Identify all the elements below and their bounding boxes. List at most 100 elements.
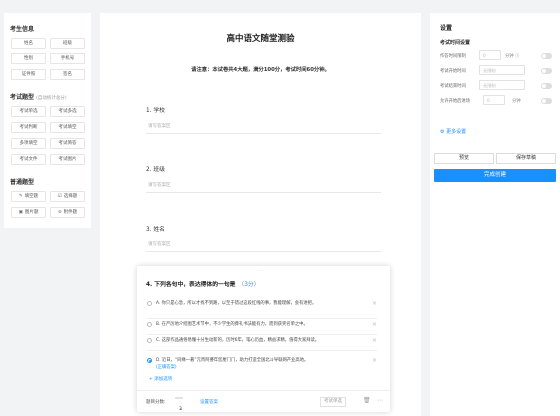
question-4-card[interactable]: ⋯ 4. 下列各句中，表达得体的一句是 （3分） A. 你只是心急，所以才找不到路… [137,266,390,412]
paper-note[interactable]: 请注意：本试卷共4大题，满分100分，考试时间60分钟。 [100,65,421,73]
correct-answer-tag: (正确答案) [156,365,177,370]
general-choice-label: 选择题 [63,194,78,199]
set-answer-link[interactable]: 设置答案 [200,399,218,405]
start-time-placeholder: 无限制 [483,68,496,73]
exam-file-button[interactable]: 考试文件 [11,154,46,165]
close-icon[interactable]: × [372,357,377,364]
option-a[interactable]: A. 你只是心急，所以才找不到路，以至于错过这段红线的事，我能理解，会有进把。 … [147,300,377,314]
start-time-label: 考试开始时间 [440,69,466,74]
exam-section-label: 考试题型 [10,94,35,101]
option-d-radio[interactable] [147,358,152,363]
exam-short-answer-button[interactable]: 考试简答 [50,138,85,149]
end-time-input[interactable]: 无限制 [479,80,525,90]
gear-icon: ⚙ [440,129,445,135]
time-limit-placeholder: 0 [483,53,486,58]
question-1-label[interactable]: 1. 学校 [146,105,165,114]
option-d[interactable]: D. 近日，“同缘一著”元宵阿婆年您厘门门，助力打造全国北斗导联网产业高地。 (正… [147,357,377,372]
trash-icon[interactable]: 🗑 [363,397,371,404]
question-4-title[interactable]: 4. 下列各句中，表达得体的一句是 （3分） [146,279,260,288]
finish-create-button[interactable]: 完成创建 [434,169,556,182]
field-name-button[interactable]: 姓名 [11,38,46,49]
option-d-text[interactable]: D. 近日，“同缘一著”元宵阿婆年您厘门门，助力打造全国北斗导联网产业高地。 (正… [156,357,368,371]
divider [147,334,377,335]
field-signature-button[interactable]: 签名 [50,69,85,80]
more-settings-link[interactable]: ⚙ 更多设置 [440,128,466,135]
score-select[interactable]: 3 ⌄ [175,397,183,412]
question-2-label[interactable]: 2. 班级 [146,164,165,173]
more-icon[interactable]: ⋯ [377,397,383,404]
exam-image-button[interactable]: 考试图片 [50,154,85,165]
general-attachment-button[interactable]: ⊘ 附件题 [50,207,85,218]
divider [146,133,381,134]
divider [147,318,377,319]
question-type-select[interactable]: 考试单选 [320,397,346,407]
option-b-radio[interactable] [147,322,152,327]
settings-panel: 设置 考试时间设置 作答时间限制 0 分钟 ⓘ 考试开始时间 无限制 考试结束时… [430,13,560,416]
general-fill-button[interactable]: ✎ 填空题 [11,191,46,202]
close-icon[interactable]: × [372,337,377,344]
late-entry-toggle[interactable] [541,98,552,104]
time-limit-unit: 分钟 ⓘ [505,53,519,59]
question-2-answer[interactable]: 请写答案区 [148,182,171,188]
edit-icon: ✎ [18,194,23,199]
option-c-text[interactable]: C. 这部作品通俗易懂十分生动新的，历时6年，笔心历血，精益求精，值得大家拜读。 [156,337,368,344]
exam-section-title: 考试题型 (自动统计总分) [10,92,67,101]
exam-judge-button[interactable]: 考试判断 [11,122,46,133]
chevron-down-icon: ⌄ [179,407,183,412]
option-b[interactable]: B. 在严厉地介绍图艺术节中，不少学生的葬礼书法能有力，而到获奖名单之中。 × [147,321,377,330]
candidate-section-title: 考生信息 [10,26,35,33]
question-3-label[interactable]: 3. 姓名 [146,224,165,233]
close-icon[interactable]: × [372,300,377,307]
general-choice-button[interactable]: ☑ 选择题 [50,191,85,202]
option-b-text[interactable]: B. 在严厉地介绍图艺术节中，不少学生的葬礼书法能有力，而到获奖名单之中。 [156,321,368,328]
divider [146,192,381,193]
question-4-footer: 题目分数: 3 ⌄ 设置答案 考试单选 🗑 ⋯ [137,390,390,412]
question-type-panel: 考生信息 姓名 班级 性别 手机号 证件照 签名 考试题型 (自动统计总分) 考… [4,13,91,228]
end-time-label: 考试结束时间 [440,84,466,89]
exam-fill-button[interactable]: 考试填空 [50,122,85,133]
exam-single-choice-button[interactable]: 考试单选 [11,106,46,117]
field-class-button[interactable]: 班级 [50,38,85,49]
field-phone-button[interactable]: 手机号 [50,53,85,64]
option-a-text[interactable]: A. 你只是心急，所以才找不到路，以至于错过这段红线的事，我能理解，会有进把。 [156,300,368,307]
general-fill-label: 填空题 [24,194,39,199]
late-entry-input[interactable]: 0 [483,95,505,105]
late-entry-unit: 分钟 [512,99,521,104]
time-limit-unit-label: 分钟 [505,54,514,59]
preview-button[interactable]: 预览 [434,153,494,164]
settings-title: 设置 [440,25,453,32]
divider [146,251,381,252]
save-draft-button[interactable]: 保存草稿 [496,153,556,164]
time-limit-label: 作答时间限制 [440,54,466,59]
question-4-text: 4. 下列各句中，表达得体的一句是 [146,282,236,288]
score-label: 题目分数: [146,400,166,405]
general-attachment-label: 附件题 [63,210,78,215]
close-icon[interactable]: × [372,321,377,328]
option-c[interactable]: C. 这部作品通俗易懂十分生动新的，历时6年，笔心历血，精益求精，值得大家拜读。… [147,337,377,346]
start-time-toggle[interactable] [541,68,552,74]
time-limit-input[interactable]: 0 [479,50,501,60]
time-limit-toggle[interactable] [541,53,552,59]
late-entry-placeholder: 0 [487,98,490,103]
checkbox-icon: ☑ [57,194,62,199]
option-a-radio[interactable] [147,301,152,306]
image-icon: ▣ [18,210,23,215]
info-icon: ⓘ [514,54,520,59]
question-3-answer[interactable]: 请写答案区 [148,241,171,247]
option-c-radio[interactable] [147,338,152,343]
end-time-placeholder: 无限制 [483,83,496,88]
exam-multi-fill-button[interactable]: 多项填空 [11,138,46,149]
field-gender-button[interactable]: 性别 [11,53,46,64]
field-photo-button[interactable]: 证件照 [11,69,46,80]
divider [147,350,377,351]
question-4-score: （3分） [238,282,260,288]
paper-title[interactable]: 高中语文随堂测验 [100,32,421,44]
start-time-input[interactable]: 无限制 [479,65,525,75]
end-time-toggle[interactable] [541,83,552,89]
exam-multi-choice-button[interactable]: 考试多选 [50,106,85,117]
settings-subtitle: 考试时间设置 [440,40,471,46]
general-image-button[interactable]: ▣ 图片题 [11,207,46,218]
drag-handle-icon[interactable]: ⋯ [259,268,263,273]
add-option-button[interactable]: + 添加选项 [149,376,172,382]
question-1-answer[interactable]: 请写答案区 [148,123,171,129]
